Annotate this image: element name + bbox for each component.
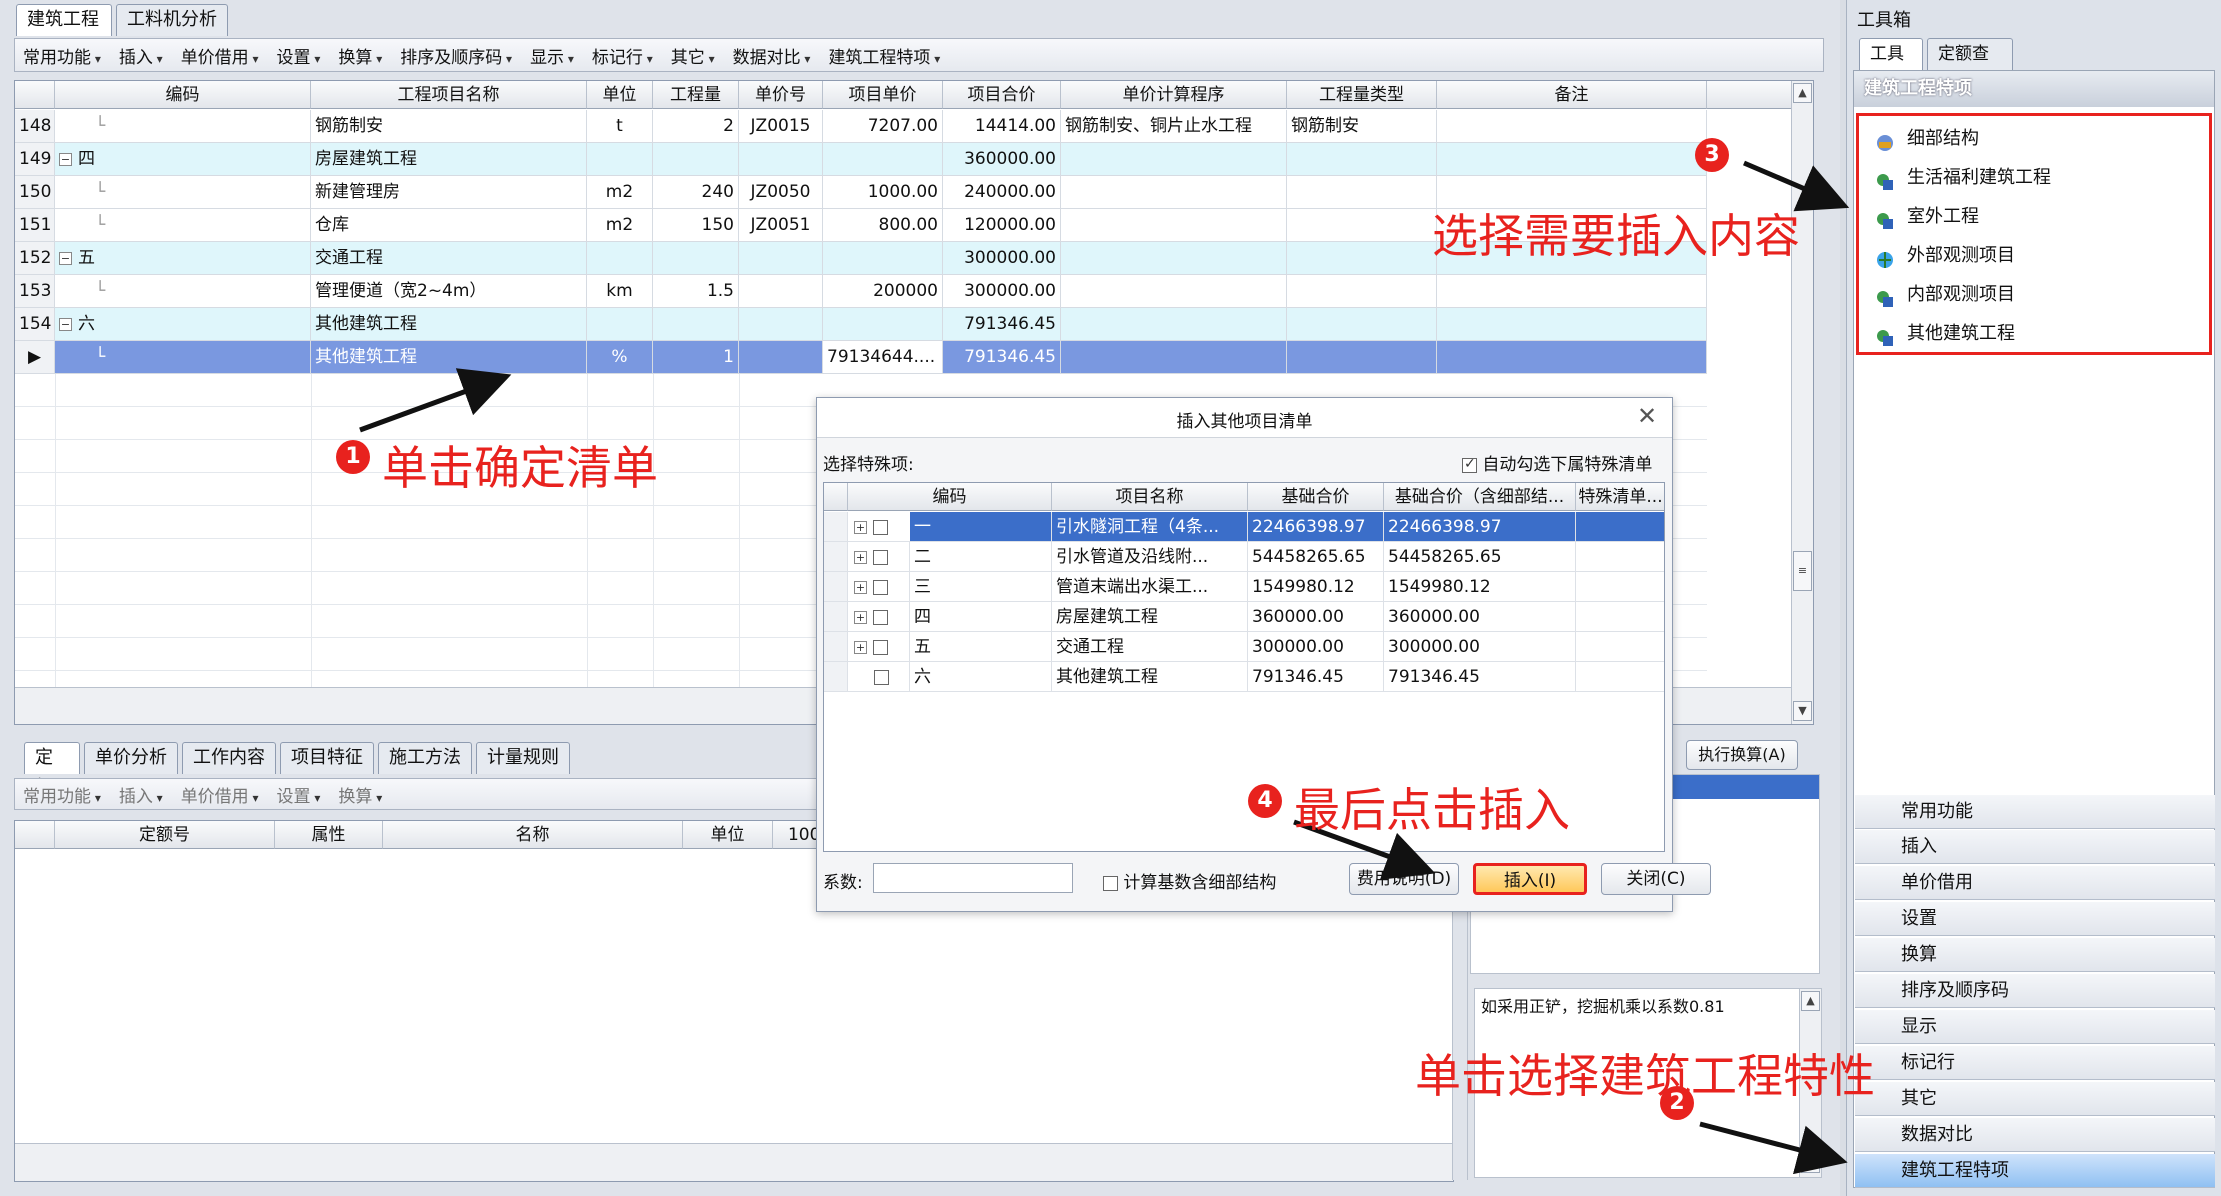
step4-badge: 4 [1248,784,1282,818]
step2-badge: 2 [1660,1086,1694,1120]
arrow-step1 [359,368,512,433]
arrow-step2 [1699,1121,1848,1175]
annotation-arrows [359,160,1850,1175]
step1-badge: 1 [336,440,370,474]
step3-badge: 3 [1695,138,1729,172]
arrow-step3 [1743,160,1850,212]
step4-note: 最后点击插入 [1294,783,1570,837]
step2-note: 单击选择建筑工程特性 [1415,1049,1875,1103]
step3-note: 选择需要插入内容 [1432,209,1800,263]
step1-note: 单击确定清单 [382,441,658,495]
